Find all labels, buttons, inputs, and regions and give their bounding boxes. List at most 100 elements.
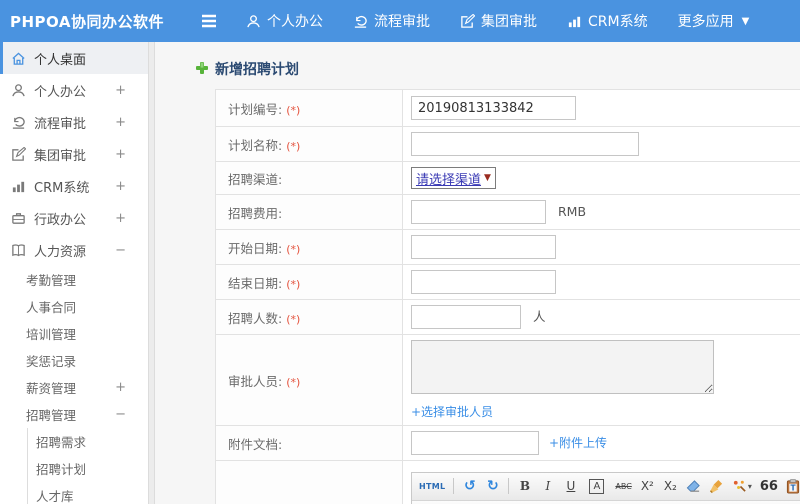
collapse-minus-icon[interactable]: −: [115, 243, 126, 258]
collapse-minus-icon[interactable]: −: [115, 407, 126, 422]
field-label-end-date: 结束日期: (*): [215, 264, 403, 300]
sidebar-item-recruitment[interactable]: 招聘管理 −: [0, 401, 148, 428]
bar-chart-icon: [567, 14, 582, 29]
sidebar-subitem-label: 招聘计划: [36, 462, 87, 477]
svg-text:T: T: [791, 483, 797, 492]
sidebar-item-hr[interactable]: 人力资源 −: [0, 234, 148, 266]
sidebar-item-label: 个人桌面: [34, 52, 87, 68]
nav-group-approval[interactable]: 集团审批: [460, 11, 537, 31]
briefcase-icon: [10, 210, 26, 226]
sidebar-item-crm[interactable]: CRM系统 +: [0, 170, 148, 202]
bar-chart-icon: [10, 178, 26, 194]
sidebar-item-workflow-approval[interactable]: 流程审批 +: [0, 106, 148, 138]
start-date-input[interactable]: [411, 235, 556, 259]
char-border-button[interactable]: A: [589, 478, 605, 494]
sidebar-item-talent-pool[interactable]: 人才库: [28, 482, 148, 504]
hamburger-menu-icon[interactable]: [200, 14, 218, 28]
nav-label: 流程审批: [374, 14, 430, 30]
nav-crm-system[interactable]: CRM系统: [567, 11, 648, 31]
choose-approvers-link[interactable]: +选择审批人员: [411, 403, 800, 420]
approvers-textarea[interactable]: [411, 340, 714, 394]
sidebar-item-training[interactable]: 培训管理: [0, 320, 148, 347]
strikethrough-button[interactable]: ABC: [612, 476, 634, 497]
currency-suffix: RMB: [558, 203, 587, 219]
field-label-attachment: 附件文档:: [215, 425, 403, 461]
sidebar-item-reward-punishment[interactable]: 奖惩记录: [0, 347, 148, 374]
book-icon: [10, 242, 26, 258]
sidebar-item-recruit-plan[interactable]: 招聘计划: [28, 455, 148, 482]
redo-button[interactable]: ↻: [482, 476, 503, 497]
home-icon: [10, 50, 26, 66]
edit-square-icon: [10, 146, 26, 162]
sidebar-item-group-approval[interactable]: 集团审批 +: [0, 138, 148, 170]
sidebar-subitem-label: 招聘需求: [36, 435, 87, 450]
nav-workflow-approval[interactable]: 流程审批: [353, 11, 430, 31]
cost-input[interactable]: [411, 200, 546, 224]
required-mark: (*): [286, 139, 301, 153]
expand-plus-icon[interactable]: +: [115, 211, 126, 226]
eraser-icon[interactable]: [683, 476, 704, 497]
expand-plus-icon[interactable]: +: [115, 115, 126, 130]
field-label-start-date: 开始日期: (*): [215, 229, 403, 265]
required-mark: (*): [286, 277, 301, 291]
italic-button[interactable]: I: [537, 476, 558, 497]
underline-button[interactable]: U: [560, 476, 581, 497]
attachment-input[interactable]: [411, 431, 539, 455]
process-undo-icon: [353, 14, 368, 29]
nav-label: 个人办公: [267, 14, 323, 30]
channel-select[interactable]: 请选择渠道 ▼: [411, 167, 496, 189]
plan-number-input[interactable]: [411, 96, 576, 120]
nav-more-apps[interactable]: 更多应用 ▼: [678, 11, 750, 31]
sidebar-item-label: 集团审批: [34, 148, 87, 164]
select-caret-icon: ▼: [484, 173, 491, 183]
navbar-menu: 个人办公 流程审批 集团审批 CRM系统 更多应用 ▼: [246, 11, 749, 31]
sidebar-subitem-label: 培训管理: [26, 327, 77, 342]
edit-square-icon: [460, 13, 475, 29]
sidebar-subitem-label: 考勤管理: [26, 273, 77, 288]
sidebar-scrollbar[interactable]: [148, 42, 155, 504]
upload-attachment-link[interactable]: +附件上传: [549, 436, 607, 450]
sidebar-item-salary[interactable]: 薪资管理 +: [0, 374, 148, 401]
sidebar-item-label: 人力资源: [34, 244, 87, 260]
sidebar-item-label: 行政办公: [34, 212, 87, 228]
editor-row-label-empty: [215, 460, 403, 504]
blockquote-button[interactable]: 66: [757, 476, 781, 497]
undo-button[interactable]: ↺: [459, 476, 480, 497]
expand-plus-icon[interactable]: +: [115, 147, 126, 162]
expand-plus-icon[interactable]: +: [115, 179, 126, 194]
format-brush-icon[interactable]: [706, 476, 727, 497]
sidebar-item-attendance[interactable]: 考勤管理: [0, 266, 148, 293]
sidebar: 个人桌面 个人办公 + 流程审批 + 集团审批 + CRM系统 + 行政办公 +: [0, 42, 148, 504]
page-title: 新增招聘计划: [195, 59, 800, 79]
auto-typeset-wand-icon[interactable]: ▾: [729, 476, 755, 497]
superscript-button[interactable]: X²: [637, 476, 658, 497]
sidebar-item-desktop[interactable]: 个人桌面: [0, 42, 148, 74]
caret-down-icon: ▾: [747, 481, 752, 491]
paste-text-icon[interactable]: T: [783, 476, 800, 497]
main-content: 新增招聘计划 计划编号:(*) 计划名称:(*) 招聘渠道:: [156, 42, 800, 504]
sidebar-item-personal-office[interactable]: 个人办公 +: [0, 74, 148, 106]
nav-personal-office[interactable]: 个人办公: [246, 11, 323, 31]
editor-toolbar-row-2: 自定义标题 ▾ 段落格式 ▾ 字体 ▾ 字号 ▾: [412, 500, 800, 504]
expand-plus-icon[interactable]: +: [115, 380, 126, 395]
sidebar-subitem-label: 薪资管理: [26, 381, 77, 396]
sidebar-subitem-label: 招聘管理: [26, 408, 77, 423]
html-source-button[interactable]: HTML: [416, 476, 448, 497]
sidebar-subitem-label: 人事合同: [26, 300, 77, 315]
sidebar-item-admin-office[interactable]: 行政办公 +: [0, 202, 148, 234]
plus-green-icon: [195, 60, 209, 79]
headcount-input[interactable]: [411, 305, 521, 329]
nav-label: CRM系统: [588, 14, 648, 30]
nav-label: 集团审批: [481, 14, 537, 30]
required-mark: (*): [286, 312, 301, 326]
end-date-input[interactable]: [411, 270, 556, 294]
sidebar-item-hr-contract[interactable]: 人事合同: [0, 293, 148, 320]
field-label-plan-number: 计划编号: (*): [215, 89, 403, 127]
plan-name-input[interactable]: [411, 132, 639, 156]
expand-plus-icon[interactable]: +: [115, 83, 126, 98]
required-mark: (*): [286, 242, 301, 256]
subscript-button[interactable]: X₂: [660, 476, 681, 497]
sidebar-item-recruit-demand[interactable]: 招聘需求: [28, 428, 148, 455]
sidebar-item-label: 个人办公: [34, 84, 87, 100]
bold-button[interactable]: B: [514, 476, 535, 497]
